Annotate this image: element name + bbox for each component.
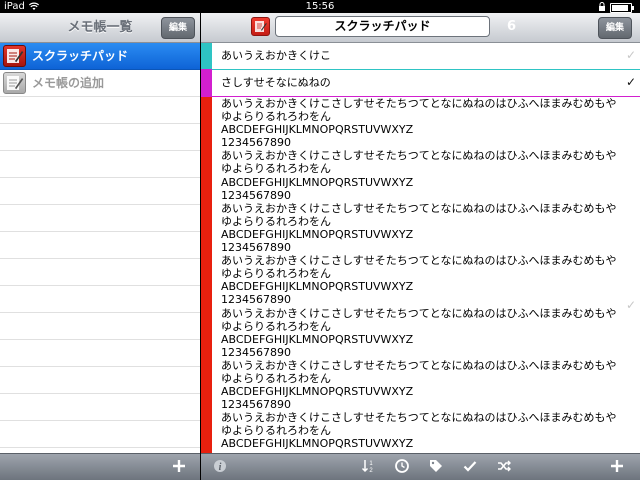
item-count-badge: 6 bbox=[507, 19, 517, 34]
empty-row bbox=[0, 178, 200, 205]
sidebar-item-label: スクラッチパッド bbox=[32, 49, 129, 63]
empty-row bbox=[0, 232, 200, 259]
status-bar: iPad 15:56 bbox=[0, 0, 640, 13]
memo-row[interactable]: さしすせそなにぬねの ✓ bbox=[201, 69, 640, 97]
memo-text: さしすせそなにぬねの bbox=[221, 76, 331, 89]
empty-row bbox=[0, 367, 200, 394]
sidebar-item-add-notepad[interactable]: メモ帳の追加 bbox=[0, 70, 200, 97]
add-notepad-icon bbox=[3, 72, 26, 94]
clock-icon[interactable] bbox=[395, 459, 411, 475]
notepad-list: スクラッチパッド メモ帳の追加 bbox=[0, 43, 200, 453]
notepad-icon[interactable] bbox=[251, 17, 270, 36]
status-time: 15:56 bbox=[305, 1, 335, 12]
empty-row bbox=[0, 97, 200, 124]
empty-row bbox=[0, 421, 200, 448]
svg-text:i: i bbox=[219, 462, 222, 473]
detail-navbar: スクラッチパッド 6 編集 bbox=[201, 13, 640, 43]
detail-toolbar: i 12 bbox=[201, 453, 640, 480]
empty-row bbox=[0, 313, 200, 340]
shuffle-icon[interactable] bbox=[497, 459, 513, 475]
sidebar-toolbar bbox=[0, 453, 200, 480]
memo-color-tag bbox=[201, 69, 212, 96]
orientation-lock-icon bbox=[599, 2, 605, 11]
memo-color-tag bbox=[201, 97, 212, 453]
empty-row bbox=[0, 394, 200, 421]
sidebar-edit-button[interactable]: 編集 bbox=[160, 17, 195, 39]
empty-row bbox=[0, 205, 200, 232]
memo-text: あいうえおかきくけこさしすせそたちつてとなにぬねのはひふへほまみむめもやゆよらり… bbox=[221, 97, 617, 451]
svg-text:1: 1 bbox=[369, 461, 373, 467]
sort-icon[interactable]: 12 bbox=[361, 459, 377, 475]
notepad-title-field[interactable]: スクラッチパッド bbox=[275, 16, 490, 37]
battery-icon bbox=[610, 3, 634, 13]
svg-text:2: 2 bbox=[369, 468, 373, 473]
check-icon[interactable]: ✓ bbox=[626, 48, 636, 62]
memo-row[interactable]: あいうえおかきくけこさしすせそたちつてとなにぬねのはひふへほまみむめもやゆよらり… bbox=[201, 97, 640, 453]
check-icon[interactable]: ✓ bbox=[626, 75, 636, 89]
detail-edit-button[interactable]: 編集 bbox=[597, 17, 632, 39]
plus-icon[interactable] bbox=[172, 459, 188, 475]
sidebar-navbar: メモ帳一覧 編集 bbox=[0, 13, 200, 43]
empty-row bbox=[0, 340, 200, 367]
plus-icon[interactable] bbox=[610, 459, 626, 475]
memo-color-tag bbox=[201, 43, 212, 69]
check-icon[interactable]: ✓ bbox=[626, 298, 636, 312]
sidebar-item-scratchpad[interactable]: スクラッチパッド bbox=[0, 43, 200, 70]
check-icon[interactable] bbox=[463, 459, 479, 475]
empty-row bbox=[0, 286, 200, 313]
battery-level bbox=[612, 5, 629, 11]
tag-icon[interactable] bbox=[429, 459, 445, 475]
empty-row bbox=[0, 124, 200, 151]
info-icon[interactable]: i bbox=[213, 459, 229, 475]
memo-row[interactable]: あいうえおかきくけこ ✓ bbox=[201, 43, 640, 70]
empty-row bbox=[0, 259, 200, 286]
empty-row bbox=[0, 151, 200, 178]
sidebar-item-label: メモ帳の追加 bbox=[32, 76, 105, 90]
memo-list: あいうえおかきくけこ ✓ さしすせそなにぬねの ✓ あいうえおかきくけこさしすせ… bbox=[201, 43, 640, 453]
memo-text: あいうえおかきくけこ bbox=[221, 49, 331, 62]
notepad-icon bbox=[3, 45, 26, 67]
